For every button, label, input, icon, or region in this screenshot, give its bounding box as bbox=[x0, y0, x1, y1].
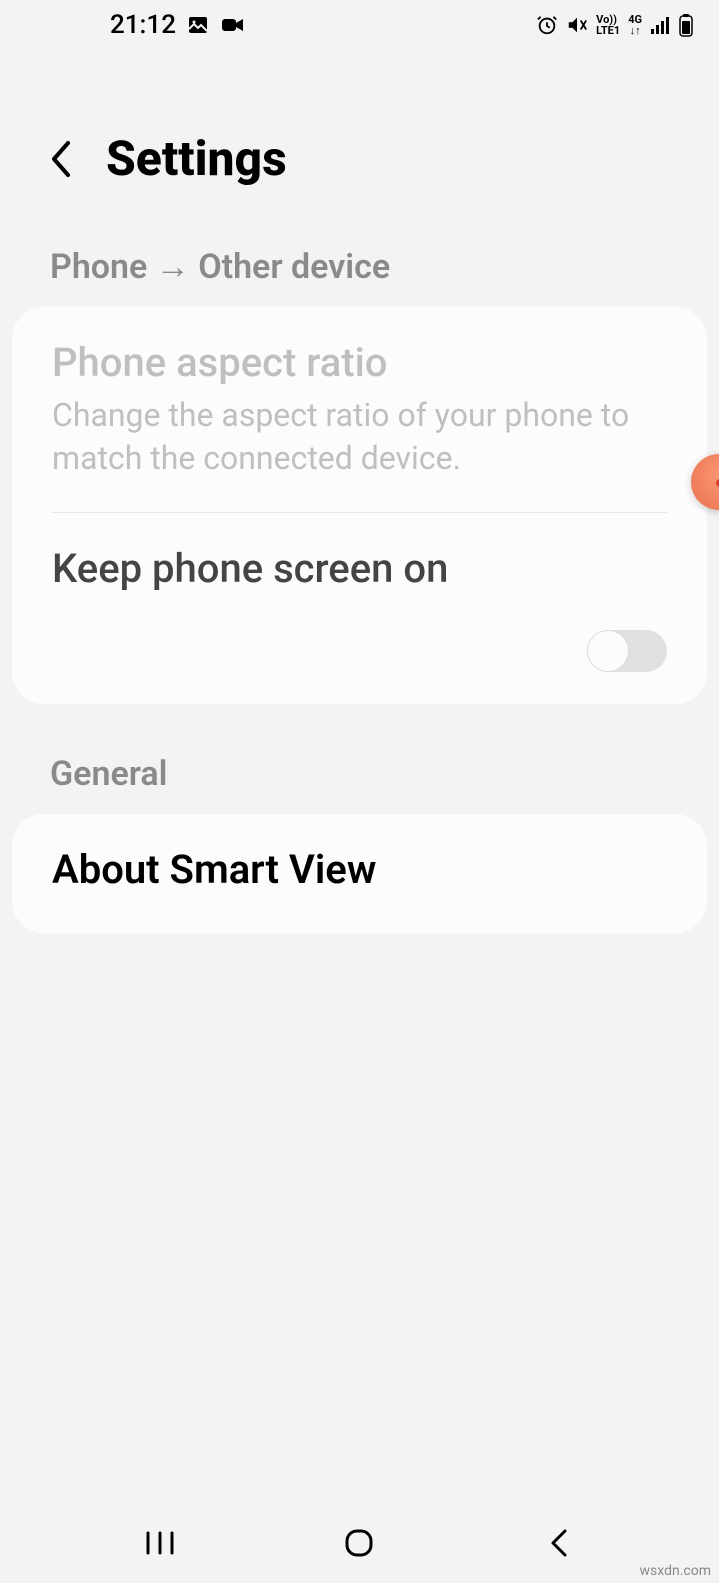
nav-home-button[interactable] bbox=[329, 1513, 389, 1573]
keep-screen-on-toggle[interactable] bbox=[587, 630, 667, 672]
phone-other-device-card: Phone aspect ratio Change the aspect rat… bbox=[12, 307, 707, 704]
volte-indicator: Vo))LTE1 bbox=[596, 14, 620, 36]
back-button[interactable] bbox=[48, 137, 76, 181]
aspect-ratio-subtitle: Change the aspect ratio of your phone to… bbox=[52, 394, 667, 480]
signal-icon bbox=[650, 15, 670, 35]
network-4g-indicator: 4G↓↑ bbox=[628, 14, 642, 36]
aspect-ratio-title: Phone aspect ratio bbox=[52, 339, 667, 386]
status-bar: 21:12 Vo))LTE1 4G↓↑ bbox=[0, 0, 719, 50]
about-smart-view-title: About Smart View bbox=[52, 846, 667, 893]
section-header-general: General bbox=[0, 754, 719, 814]
keep-screen-on-item[interactable]: Keep phone screen on bbox=[12, 513, 707, 704]
mute-icon bbox=[566, 14, 588, 36]
page-header: Settings bbox=[0, 50, 719, 247]
video-icon bbox=[220, 13, 246, 37]
nav-recents-button[interactable] bbox=[130, 1513, 190, 1573]
navigation-bar bbox=[0, 1503, 719, 1583]
phone-aspect-ratio-item[interactable]: Phone aspect ratio Change the aspect rat… bbox=[12, 307, 707, 512]
toggle-knob bbox=[587, 630, 629, 672]
nav-back-button[interactable] bbox=[529, 1513, 589, 1573]
section-header-phone-other: Phone → Other device bbox=[0, 247, 719, 307]
status-left-group: 21:12 bbox=[110, 10, 246, 40]
general-card: About Smart View bbox=[12, 814, 707, 933]
page-title: Settings bbox=[106, 130, 287, 187]
keep-screen-on-title: Keep phone screen on bbox=[52, 545, 448, 592]
about-smart-view-item[interactable]: About Smart View bbox=[12, 814, 707, 933]
alarm-icon bbox=[536, 14, 558, 36]
status-right-group: Vo))LTE1 4G↓↑ bbox=[536, 13, 694, 37]
watermark: wsxdn.com bbox=[640, 1563, 711, 1579]
battery-icon bbox=[678, 13, 694, 37]
picture-icon bbox=[186, 13, 210, 37]
status-time: 21:12 bbox=[110, 10, 176, 40]
